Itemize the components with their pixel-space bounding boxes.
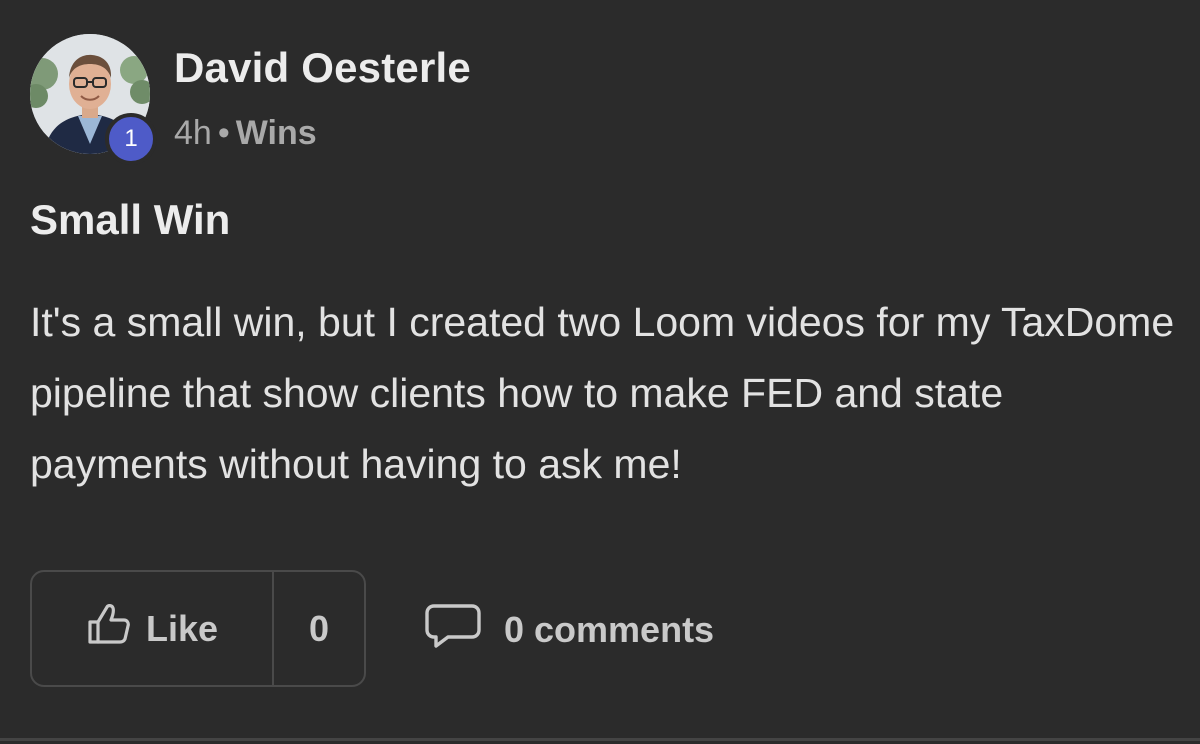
like-button[interactable]: Like (32, 572, 274, 685)
like-label: Like (145, 607, 219, 649)
comments-button[interactable]: 0 comments (424, 603, 715, 655)
level-number: 1 (124, 125, 138, 152)
comment-bubble-icon (424, 602, 482, 659)
post-card: 1 David Oesterle 4h • Wins Small Win It's … (0, 0, 1200, 744)
meta-separator: • (217, 114, 230, 152)
post-title: Small Win (30, 196, 231, 243)
author-name[interactable]: David Oesterle (174, 44, 471, 92)
post-time: 4h (174, 114, 212, 152)
post-category[interactable]: Wins (236, 114, 317, 152)
post-header: 1 David Oesterle 4h • Wins (30, 34, 730, 165)
thumbs-up-icon (86, 602, 132, 655)
post-body: It's a small win, but I created two Loom… (30, 299, 1175, 487)
comments-label: 0 comments (504, 609, 715, 650)
level-badge: 1 (105, 113, 157, 165)
post-meta: 4h • Wins (174, 114, 317, 153)
bottom-divider (0, 738, 1200, 741)
like-control: Like 0 (30, 570, 366, 687)
like-count: 0 (308, 607, 330, 649)
